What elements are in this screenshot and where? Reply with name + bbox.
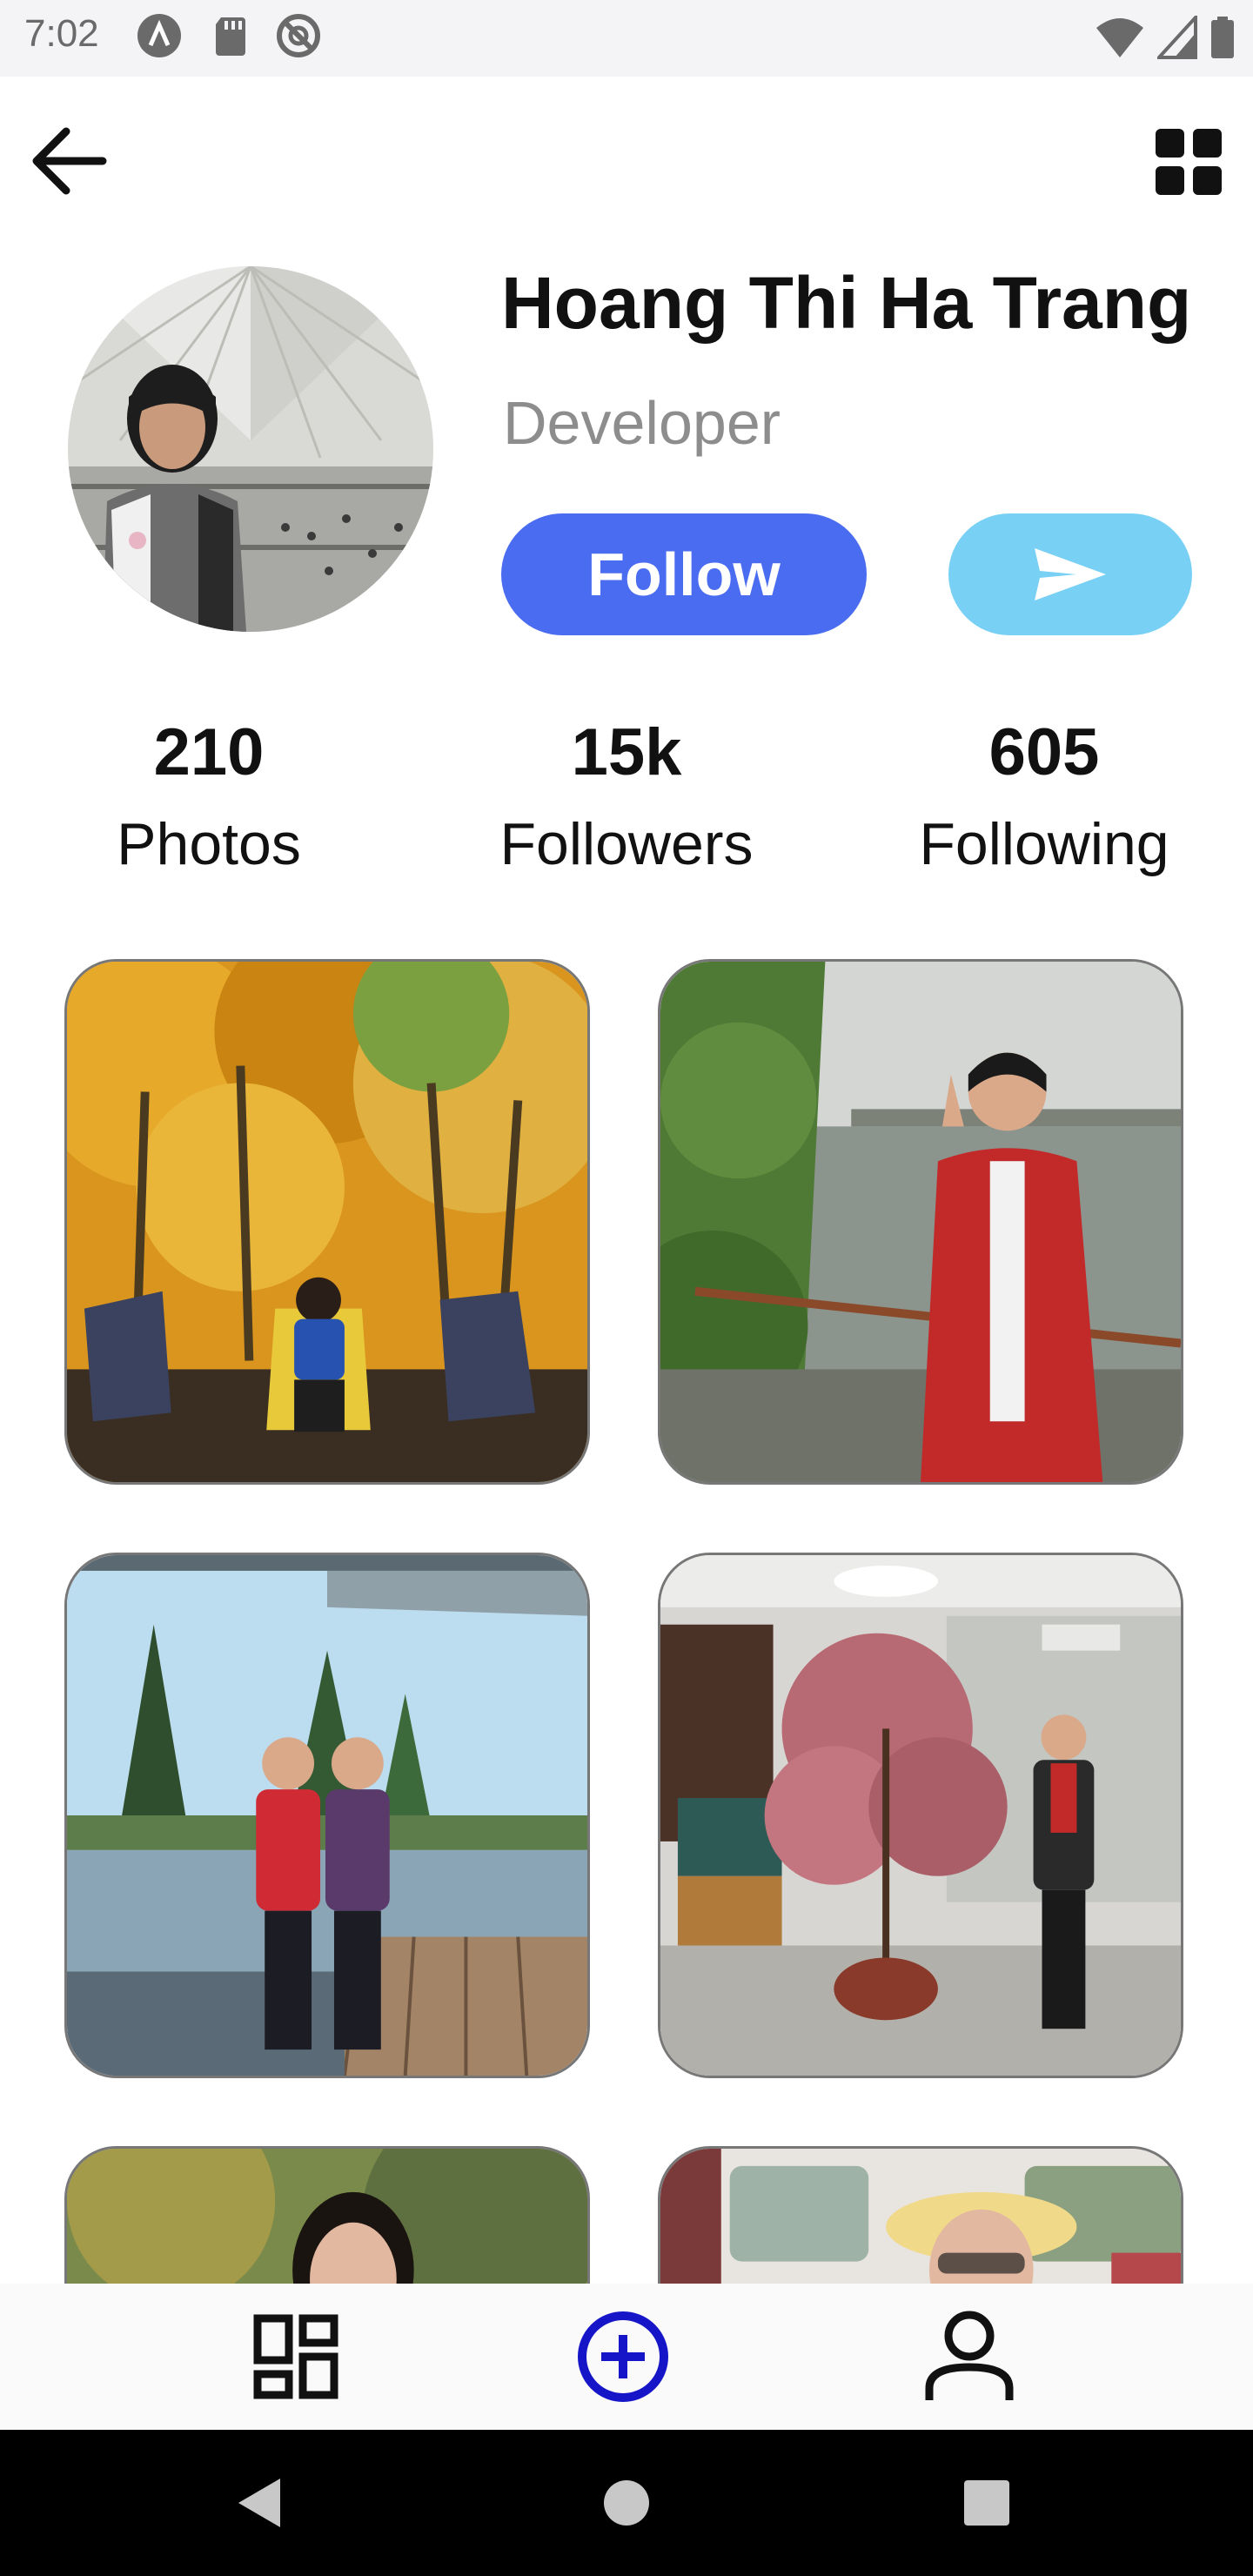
cellular-signal-icon [1157,16,1197,59]
photo-lake-red-coat [660,962,1181,1482]
bottom-navigation [0,2284,1253,2430]
photo-bus-hat [660,2149,1181,2284]
photo-grid [0,957,1253,2284]
nav-dashboard[interactable] [244,2304,348,2409]
profile-stats: 210 Photos 15k Followers 605 Following [0,705,1253,896]
send-icon [1035,548,1106,600]
system-back-button[interactable] [224,2468,294,2538]
avatar[interactable] [68,266,433,632]
stat-label: Following [919,811,1169,877]
battery-icon [1211,17,1234,58]
status-bar: 7:02 [0,0,1253,77]
sd-card-icon [216,17,245,56]
stat-followers[interactable]: 15k Followers [435,705,818,888]
photo-tile[interactable] [658,1553,1183,2078]
photo-tile[interactable] [64,1553,590,2078]
dashboard-icon [253,2314,338,2399]
stat-value: 15k [571,715,682,789]
top-app-bar [0,77,1253,242]
person-icon [925,2311,1014,2400]
stat-following[interactable]: 605 Following [853,705,1236,888]
system-recents-button[interactable] [952,2468,1022,2538]
photo-glass-terrace [67,1555,587,2076]
stat-value: 210 [153,715,265,789]
profile-role: Developer [503,389,781,457]
follow-button[interactable]: Follow [501,513,867,635]
back-triangle-icon [238,2479,280,2527]
photo-tile[interactable] [64,959,590,1485]
no-disturb-icon [277,14,320,57]
photo-office-blossom [660,1555,1181,2076]
nav-profile[interactable] [917,2304,1022,2409]
avatar-photo [68,266,433,632]
stat-value: 605 [988,715,1100,789]
system-home-button[interactable] [592,2468,661,2538]
arrow-left-icon [32,127,107,195]
stat-label: Followers [499,811,754,877]
grid-view-button[interactable] [1145,118,1232,205]
app-a-icon [137,14,181,57]
status-time: 7:02 [24,12,99,55]
system-navigation-bar [0,2430,1253,2576]
profile-name: Hoang Thi Ha Trang [501,262,1192,344]
add-circle-icon [578,2311,668,2402]
photo-tile[interactable] [658,959,1183,1485]
grid-apps-icon [1156,129,1222,195]
home-circle-icon [604,2480,649,2526]
wifi-icon [1096,18,1143,57]
back-button[interactable] [21,113,117,209]
photo-park-portrait [67,2149,587,2284]
stat-label: Photos [117,811,301,877]
recents-square-icon [964,2480,1009,2526]
photo-autumn-chairs [67,962,587,1482]
nav-add[interactable] [571,2304,675,2409]
photo-tile[interactable] [658,2146,1183,2284]
send-message-button[interactable] [948,513,1192,635]
stat-photos[interactable]: 210 Photos [17,705,400,888]
photo-tile[interactable] [64,2146,590,2284]
